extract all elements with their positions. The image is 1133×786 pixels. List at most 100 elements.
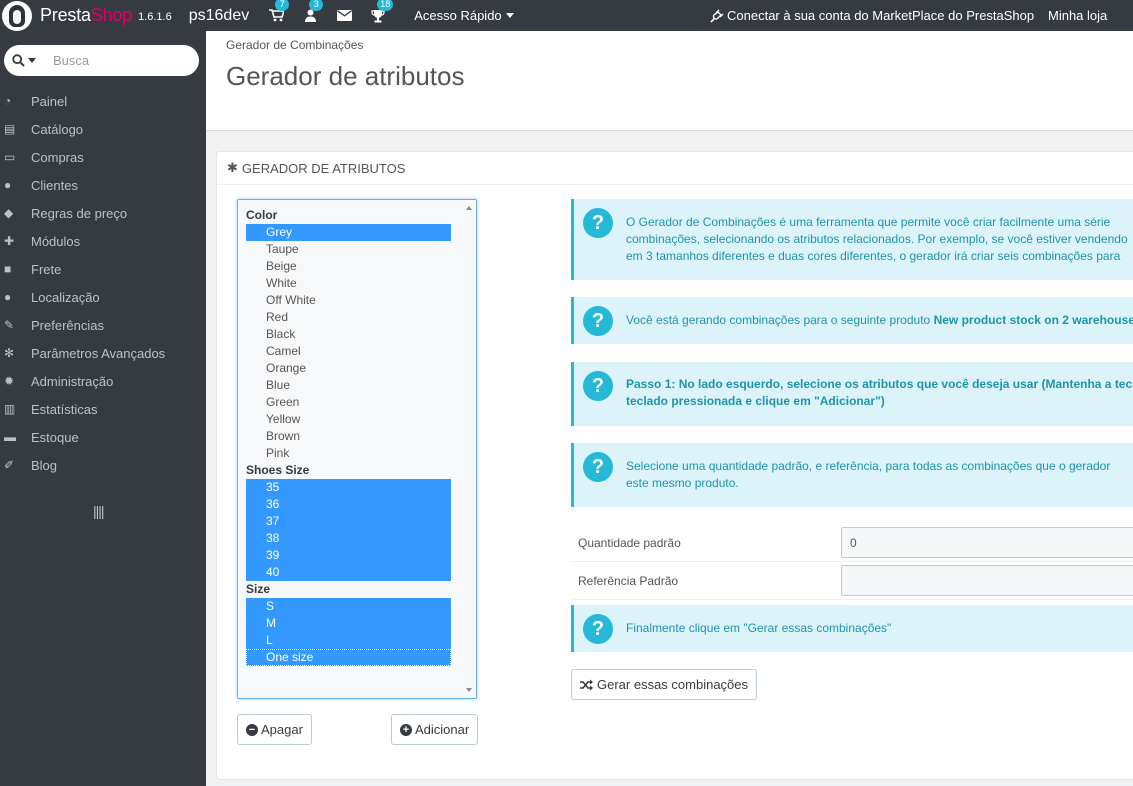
prestashop-logo[interactable]: Presta Shop 1.6.1.6 [0, 0, 172, 31]
attribute-option[interactable]: 37 [246, 513, 451, 530]
collapse-menu-icon[interactable]: |||| [93, 503, 105, 519]
attribute-option[interactable]: 35 [246, 479, 451, 496]
truck-icon: ■ [4, 262, 12, 276]
final-text: Finalmente clique em "Gerar essas combin… [626, 621, 892, 635]
intro-line-3: em 3 tamanhos diferentes e duas cores di… [626, 249, 1121, 263]
default-quantity-input[interactable] [841, 527, 1133, 558]
attribute-option[interactable]: Blue [246, 377, 451, 394]
listbox-scrollbar[interactable] [463, 201, 475, 697]
step1-text: Passo 1: No lado esquerdo, selecione os … [626, 376, 1133, 410]
cart-icon [268, 9, 284, 22]
menu-item-customers[interactable]: ● Clientes [0, 171, 206, 199]
archive-icon: ▬ [4, 430, 16, 444]
customers-notification[interactable]: 3 [300, 0, 324, 26]
product-prefix: Você está gerando combinações para o seg… [626, 313, 931, 327]
default-reference-input[interactable] [841, 565, 1133, 596]
default-reference-label: Referência Padrão [578, 574, 679, 588]
attribute-option[interactable]: Brown [246, 428, 451, 445]
scroll-up-icon[interactable] [466, 206, 472, 210]
attribute-group-label: Size [246, 582, 271, 596]
attribute-option[interactable]: Taupe [246, 241, 451, 258]
question-circle-icon: ? [583, 371, 613, 401]
trophy-notification[interactable]: 18 [368, 0, 394, 26]
logo-text-presta: Presta [40, 5, 91, 25]
attributes-multiselect[interactable]: Color Grey Taupe Beige White Off White Red Blac… [237, 199, 477, 699]
delete-button[interactable]: − Apagar [237, 714, 312, 745]
caret-down-icon [505, 13, 514, 18]
menu-item-label: Preferências [31, 317, 104, 333]
quick-access-dropdown[interactable]: Acesso Rápido [414, 8, 514, 23]
menu-item-blog[interactable]: ✐ Blog [0, 451, 206, 479]
menu-item-label: Parâmetros Avançados [31, 345, 166, 361]
menu-item-localization[interactable]: ● Localização [0, 283, 206, 311]
search-dropdown[interactable] [4, 54, 40, 67]
menu-item-orders[interactable]: ▭ Compras [0, 143, 206, 171]
attribute-group-label: Color [246, 208, 278, 222]
attribute-option[interactable]: 40 [246, 564, 451, 581]
attribute-option[interactable]: Camel [246, 343, 451, 360]
menu-item-stock[interactable]: ▬ Estoque [0, 423, 206, 451]
menu-item-label: Clientes [31, 177, 78, 193]
attribute-option[interactable]: 36 [246, 496, 451, 513]
my-shop-label: Minha loja [1048, 8, 1108, 23]
attribute-option[interactable]: 38 [246, 530, 451, 547]
trophy-count-badge: 18 [377, 0, 394, 11]
product-info-alert: ? Você está gerando combinações para o s… [571, 297, 1133, 344]
breadcrumb[interactable]: Gerador de Combinações [226, 38, 363, 52]
menu-item-catalog[interactable]: ▤ Catálogo [0, 115, 206, 143]
trophy-icon [371, 9, 385, 22]
search-input[interactable] [53, 53, 193, 68]
attribute-option[interactable]: Beige [246, 258, 451, 275]
shuffle-icon [580, 679, 593, 690]
messages-notification[interactable] [334, 6, 354, 26]
attribute-option[interactable]: Orange [246, 360, 451, 377]
attribute-option[interactable]: White [246, 275, 451, 292]
attribute-option[interactable]: S [246, 598, 451, 615]
generate-combinations-button[interactable]: Gerar essas combinações [571, 669, 758, 700]
asterisk-icon: ✱ [227, 160, 238, 175]
marketplace-link[interactable]: Conectar à sua conta do MarketPlace do P… [710, 0, 1034, 31]
attribute-option[interactable]: 39 [246, 547, 451, 564]
menu-item-label: Regras de preço [31, 205, 128, 221]
default-reference-row: Referência Padrão [571, 562, 1133, 600]
attribute-group-label: Shoes Size [246, 463, 310, 477]
shop-name[interactable]: ps16dev [189, 7, 250, 25]
attribute-option[interactable]: Off White [246, 292, 451, 309]
attribute-option[interactable]: Yellow [246, 411, 451, 428]
question-circle-icon: ? [583, 208, 613, 238]
menu-item-price-rules[interactable]: ◆ Regras de preço [0, 199, 206, 227]
quick-access-label: Acesso Rápido [414, 8, 502, 23]
scroll-down-icon[interactable] [466, 688, 472, 692]
my-shop-link[interactable]: Minha loja [1048, 0, 1107, 31]
menu-item-label: Administração [31, 373, 114, 389]
menu-item-modules[interactable]: ✚ Módulos [0, 227, 206, 255]
menu-item-preferences[interactable]: ✎ Preferências [0, 311, 206, 339]
menu-item-advanced-parameters[interactable]: ✻ Parâmetros Avançados [0, 339, 206, 367]
intro-info-alert: ? O Gerador de Combinações é uma ferrame… [571, 199, 1133, 280]
orders-notification[interactable]: 7 [266, 0, 290, 26]
attribute-option[interactable]: Pink [246, 445, 451, 462]
attribute-option[interactable]: Green [246, 394, 451, 411]
menu-item-administration[interactable]: ✹ Administração [0, 367, 206, 395]
attribute-option[interactable]: Black [246, 326, 451, 343]
default-quantity-row: Quantidade padrão [571, 524, 1133, 562]
menu-item-dashboard[interactable]: ◔ Painel [0, 87, 206, 115]
wrench-icon: ✎ [4, 318, 15, 332]
menu-item-shipping[interactable]: ■ Frete [0, 255, 206, 283]
pencil-icon: ✐ [4, 458, 15, 472]
attribute-option[interactable]: Grey [246, 224, 451, 241]
credit-card-icon: ▭ [4, 150, 16, 164]
default-quantity-label: Quantidade padrão [578, 536, 681, 550]
attribute-option[interactable]: Red [246, 309, 451, 326]
top-bar: Presta Shop 1.6.1.6 ps16dev 7 3 18 Acesso… [0, 0, 1133, 31]
defaults-info-alert: ? Selecione uma quantidade padrão, e ref… [571, 443, 1133, 507]
menu-item-statistics[interactable]: ▥ Estatísticas [0, 395, 206, 423]
add-button[interactable]: + Adicionar [391, 714, 479, 745]
chevron-down-icon [28, 58, 36, 63]
attribute-option[interactable]: M [246, 615, 451, 632]
product-name: New product stock on 2 warehouses [933, 313, 1133, 327]
user-icon [304, 9, 316, 22]
attribute-option[interactable]: One size [246, 649, 451, 666]
attribute-option[interactable]: L [246, 632, 451, 649]
page-header: Gerador de Combinações Gerador de atribu… [206, 31, 1133, 131]
